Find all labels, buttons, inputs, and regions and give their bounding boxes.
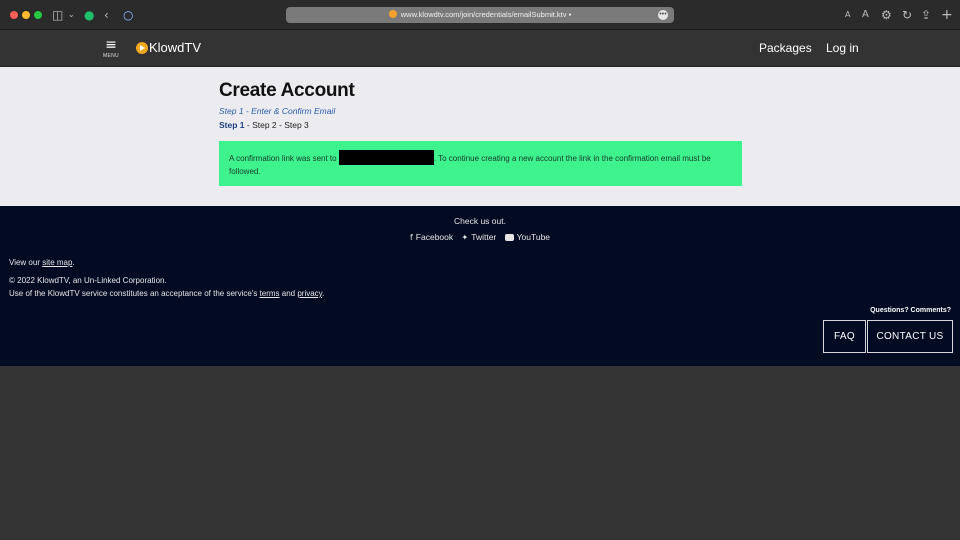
gear-icon[interactable]: ⚙ (881, 6, 892, 24)
colorwheel-icon[interactable]: ○ (123, 6, 133, 24)
current-step: Step 1 (219, 120, 245, 130)
step-subtitle: Step 1 - Enter & Confirm Email (219, 106, 336, 116)
sitemap-line: View our site map. (9, 258, 75, 267)
social-links: f Facebook ✦ Twitter YouTube (0, 232, 960, 242)
nav-packages-link[interactable]: Packages (759, 41, 812, 55)
menu-button[interactable]: ≡ MENU (100, 38, 122, 59)
play-logo-icon (136, 42, 148, 54)
site-favicon-icon (388, 10, 397, 18)
youtube-icon (504, 234, 514, 241)
address-bar[interactable]: www.klowdtv.com/join/credentials/emailSu… (286, 7, 674, 23)
nav-login-link[interactable]: Log in (826, 41, 859, 55)
terms-link[interactable]: terms (260, 289, 280, 298)
site-footer: Check us out. f Facebook ✦ Twitter YouTube… (0, 206, 960, 366)
more-icon[interactable]: ••• (658, 10, 668, 20)
grammarly-icon[interactable]: ● (84, 6, 94, 24)
page-title: Create Account (219, 80, 355, 101)
twitter-icon: ✦ (461, 233, 469, 242)
share-icon[interactable]: ⇪ (921, 6, 931, 24)
lock-icon: ▪ (566, 10, 572, 19)
remaining-steps: - Step 2 - Step 3 (244, 120, 309, 130)
zoom-window-button[interactable] (34, 11, 42, 19)
step-progress: Step 1 - Step 2 - Step 3 (219, 120, 309, 130)
copyright-text: © 2022 KlowdTV, an Un-Linked Corporation… (9, 276, 167, 285)
youtube-link[interactable]: YouTube (504, 232, 550, 242)
close-window-button[interactable] (10, 11, 18, 19)
questions-heading: Questions? Comments? (870, 307, 951, 314)
reload-icon[interactable]: ↻ (902, 6, 912, 24)
url-text: www.klowdtv.com/join/credentials/emailSu… (286, 7, 674, 23)
sidebar-icon[interactable]: ◫ (52, 6, 63, 24)
main-content: Create Account Step 1 - Enter & Confirm … (0, 67, 960, 206)
twitter-link[interactable]: ✦ Twitter (462, 232, 497, 242)
confirmation-alert: A confirmation link was sent to . To con… (219, 141, 742, 186)
check-us-out-heading: Check us out. (454, 216, 506, 226)
minimize-window-button[interactable] (22, 11, 30, 19)
faq-button[interactable]: FAQ (823, 320, 866, 353)
menu-label: MENU (103, 53, 119, 59)
terms-line: Use of the KlowdTV service constitutes a… (9, 289, 325, 298)
facebook-icon: f (409, 233, 413, 242)
site-header: ≡ MENU KlowdTV Packages Log in (0, 30, 960, 67)
back-icon[interactable]: ‹ (104, 6, 109, 24)
new-tab-icon[interactable]: + (941, 6, 953, 24)
text-larger-icon[interactable]: A (862, 6, 869, 24)
hamburger-icon: ≡ (105, 37, 117, 53)
privacy-link[interactable]: privacy (297, 289, 322, 298)
text-smaller-icon[interactable]: A (845, 6, 850, 24)
facebook-link[interactable]: f Facebook (410, 232, 453, 242)
redacted-email (338, 150, 434, 165)
contact-us-button[interactable]: CONTACT US (867, 320, 953, 353)
chevron-down-icon[interactable]: ⌄ (68, 6, 75, 24)
sitemap-link[interactable]: site map (42, 258, 72, 267)
site-logo[interactable]: KlowdTV (136, 40, 201, 55)
browser-toolbar: ◫ ⌄ ● ‹ ○ www.klowdtv.com/join/credentia… (0, 0, 960, 30)
